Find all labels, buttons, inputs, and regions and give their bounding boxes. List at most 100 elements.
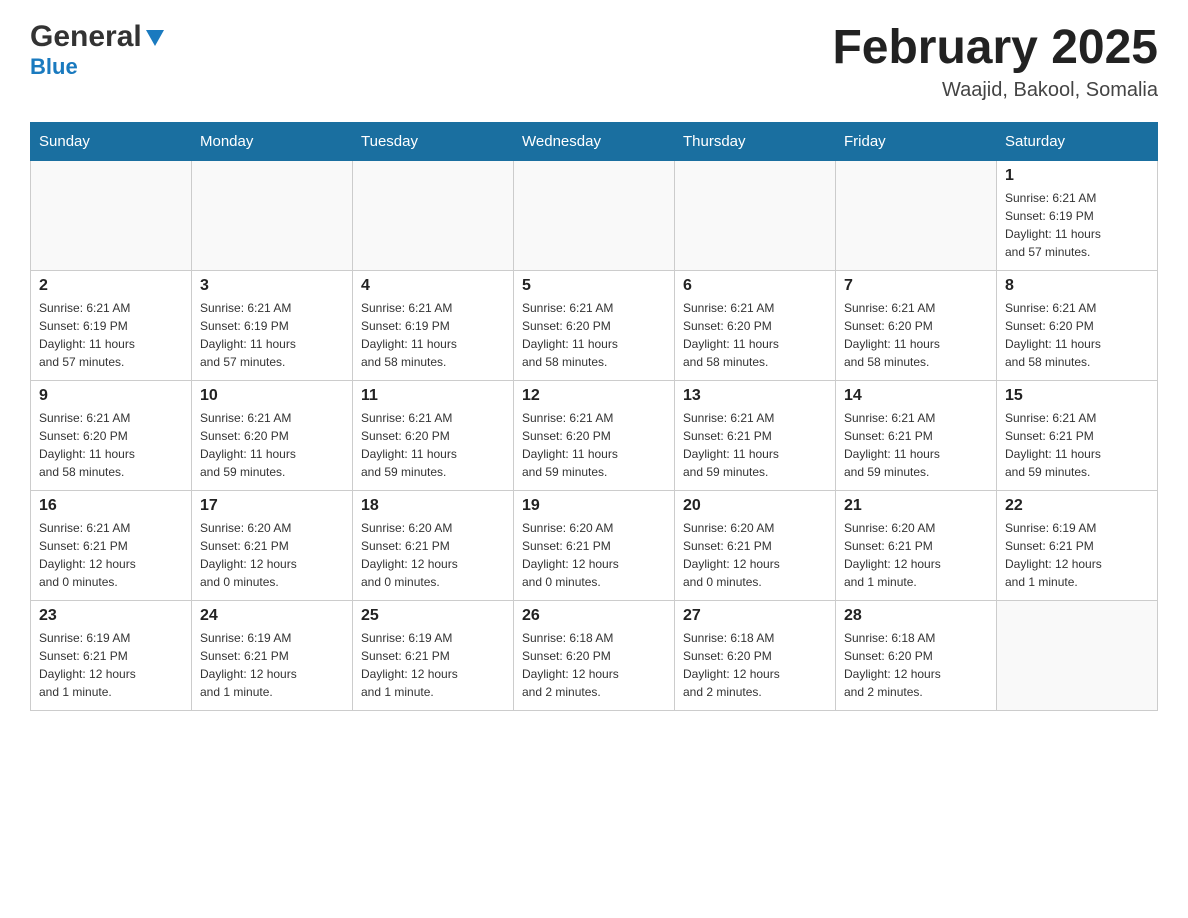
day-number: 2: [39, 277, 183, 295]
calendar-day-cell: 1Sunrise: 6:21 AMSunset: 6:19 PMDaylight…: [997, 161, 1158, 271]
calendar-day-cell: [192, 161, 353, 271]
calendar-day-cell: 28Sunrise: 6:18 AMSunset: 6:20 PMDayligh…: [836, 601, 997, 711]
day-info: Sunrise: 6:21 AMSunset: 6:20 PMDaylight:…: [683, 299, 827, 371]
day-number: 6: [683, 277, 827, 295]
day-number: 26: [522, 607, 666, 625]
calendar-day-cell: [836, 161, 997, 271]
calendar-day-cell: [997, 601, 1158, 711]
calendar-day-cell: 20 Sunrise: 6:20 AMSunset: 6:21 PMDayligh…: [675, 491, 836, 601]
calendar-day-header: Tuesday: [353, 123, 514, 161]
calendar-day-cell: 14 Sunrise: 6:21 AMSunset: 6:21 PMDayligh…: [836, 381, 997, 491]
day-info: Sunrise: 6:21 AMSunset: 6:19 PMDaylight:…: [200, 299, 344, 371]
day-number: 20: [683, 497, 827, 515]
day-info: Sunrise: 6:19 AMSunset: 6:21 PMDaylight:…: [39, 629, 183, 701]
calendar-day-cell: 27Sunrise: 6:18 AMSunset: 6:20 PMDayligh…: [675, 601, 836, 711]
calendar-day-cell: 23 Sunrise: 6:19 AMSunset: 6:21 PMDayligh…: [31, 601, 192, 711]
calendar-day-cell: 18Sunrise: 6:20 AMSunset: 6:21 PMDayligh…: [353, 491, 514, 601]
day-number: 4: [361, 277, 505, 295]
day-number: 22: [1005, 497, 1149, 515]
calendar-day-cell: 13Sunrise: 6:21 AMSunset: 6:21 PMDayligh…: [675, 381, 836, 491]
calendar-day-cell: 2 Sunrise: 6:21 AMSunset: 6:19 PMDaylight…: [31, 271, 192, 381]
calendar-day-header: Thursday: [675, 123, 836, 161]
calendar-day-cell: [31, 161, 192, 271]
day-number: 3: [200, 277, 344, 295]
calendar-day-cell: [514, 161, 675, 271]
day-info: Sunrise: 6:21 AMSunset: 6:21 PMDaylight:…: [39, 519, 183, 591]
calendar-day-cell: 4Sunrise: 6:21 AMSunset: 6:19 PMDaylight…: [353, 271, 514, 381]
calendar-day-cell: 17 Sunrise: 6:20 AMSunset: 6:21 PMDayligh…: [192, 491, 353, 601]
day-info: Sunrise: 6:21 AMSunset: 6:21 PMDaylight:…: [844, 409, 988, 481]
calendar-day-cell: 24Sunrise: 6:19 AMSunset: 6:21 PMDayligh…: [192, 601, 353, 711]
day-info: Sunrise: 6:21 AMSunset: 6:20 PMDaylight:…: [522, 299, 666, 371]
day-number: 13: [683, 387, 827, 405]
calendar-table: SundayMondayTuesdayWednesdayThursdayFrid…: [30, 122, 1158, 711]
calendar-day-cell: 21Sunrise: 6:20 AMSunset: 6:21 PMDayligh…: [836, 491, 997, 601]
day-info: Sunrise: 6:18 AMSunset: 6:20 PMDaylight:…: [522, 629, 666, 701]
day-number: 27: [683, 607, 827, 625]
location: Waajid, Bakool, Somalia: [832, 79, 1158, 102]
calendar-header-row: SundayMondayTuesdayWednesdayThursdayFrid…: [31, 123, 1158, 161]
day-number: 8: [1005, 277, 1149, 295]
day-info: Sunrise: 6:20 AMSunset: 6:21 PMDaylight:…: [683, 519, 827, 591]
logo-triangle-icon: [144, 26, 166, 48]
calendar-day-cell: 19 Sunrise: 6:20 AMSunset: 6:21 PMDayligh…: [514, 491, 675, 601]
month-title: February 2025: [832, 20, 1158, 75]
day-number: 11: [361, 387, 505, 405]
calendar-day-cell: 16 Sunrise: 6:21 AMSunset: 6:21 PMDayligh…: [31, 491, 192, 601]
day-number: 15: [1005, 387, 1149, 405]
day-info: Sunrise: 6:21 AMSunset: 6:20 PMDaylight:…: [844, 299, 988, 371]
day-info: Sunrise: 6:20 AMSunset: 6:21 PMDaylight:…: [522, 519, 666, 591]
logo: General Blue: [30, 20, 166, 80]
calendar-day-cell: 5 Sunrise: 6:21 AMSunset: 6:20 PMDaylight…: [514, 271, 675, 381]
calendar-week-row: 2 Sunrise: 6:21 AMSunset: 6:19 PMDaylight…: [31, 271, 1158, 381]
page-header: General Blue February 2025 Waajid, Bakoo…: [30, 20, 1158, 102]
day-number: 9: [39, 387, 183, 405]
calendar-day-cell: 15 Sunrise: 6:21 AMSunset: 6:21 PMDayligh…: [997, 381, 1158, 491]
calendar-week-row: 9 Sunrise: 6:21 AMSunset: 6:20 PMDaylight…: [31, 381, 1158, 491]
day-info: Sunrise: 6:21 AMSunset: 6:20 PMDaylight:…: [200, 409, 344, 481]
day-info: Sunrise: 6:21 AMSunset: 6:20 PMDaylight:…: [39, 409, 183, 481]
day-number: 5: [522, 277, 666, 295]
calendar-day-cell: [353, 161, 514, 271]
day-info: Sunrise: 6:20 AMSunset: 6:21 PMDaylight:…: [200, 519, 344, 591]
calendar-day-cell: 9 Sunrise: 6:21 AMSunset: 6:20 PMDaylight…: [31, 381, 192, 491]
day-number: 19: [522, 497, 666, 515]
day-number: 14: [844, 387, 988, 405]
calendar-day-cell: [675, 161, 836, 271]
calendar-day-header: Saturday: [997, 123, 1158, 161]
calendar-day-cell: 7 Sunrise: 6:21 AMSunset: 6:20 PMDaylight…: [836, 271, 997, 381]
day-info: Sunrise: 6:21 AMSunset: 6:21 PMDaylight:…: [1005, 409, 1149, 481]
calendar-day-header: Monday: [192, 123, 353, 161]
day-number: 23: [39, 607, 183, 625]
calendar-day-header: Friday: [836, 123, 997, 161]
day-info: Sunrise: 6:20 AMSunset: 6:21 PMDaylight:…: [844, 519, 988, 591]
day-info: Sunrise: 6:21 AMSunset: 6:19 PMDaylight:…: [39, 299, 183, 371]
day-info: Sunrise: 6:18 AMSunset: 6:20 PMDaylight:…: [844, 629, 988, 701]
calendar-day-header: Sunday: [31, 123, 192, 161]
day-number: 7: [844, 277, 988, 295]
logo-general-text: General: [30, 20, 142, 54]
day-info: Sunrise: 6:20 AMSunset: 6:21 PMDaylight:…: [361, 519, 505, 591]
calendar-day-cell: 25Sunrise: 6:19 AMSunset: 6:21 PMDayligh…: [353, 601, 514, 711]
calendar-day-cell: 8 Sunrise: 6:21 AMSunset: 6:20 PMDaylight…: [997, 271, 1158, 381]
calendar-week-row: 16 Sunrise: 6:21 AMSunset: 6:21 PMDayligh…: [31, 491, 1158, 601]
day-number: 16: [39, 497, 183, 515]
calendar-day-cell: 10 Sunrise: 6:21 AMSunset: 6:20 PMDayligh…: [192, 381, 353, 491]
day-number: 17: [200, 497, 344, 515]
day-info: Sunrise: 6:21 AMSunset: 6:20 PMDaylight:…: [1005, 299, 1149, 371]
title-section: February 2025 Waajid, Bakool, Somalia: [832, 20, 1158, 102]
day-info: Sunrise: 6:21 AMSunset: 6:20 PMDaylight:…: [361, 409, 505, 481]
calendar-day-cell: 11 Sunrise: 6:21 AMSunset: 6:20 PMDayligh…: [353, 381, 514, 491]
calendar-day-cell: 3 Sunrise: 6:21 AMSunset: 6:19 PMDaylight…: [192, 271, 353, 381]
day-number: 10: [200, 387, 344, 405]
calendar-day-cell: 6 Sunrise: 6:21 AMSunset: 6:20 PMDaylight…: [675, 271, 836, 381]
calendar-week-row: 23 Sunrise: 6:19 AMSunset: 6:21 PMDayligh…: [31, 601, 1158, 711]
day-number: 12: [522, 387, 666, 405]
day-info: Sunrise: 6:19 AMSunset: 6:21 PMDaylight:…: [1005, 519, 1149, 591]
day-info: Sunrise: 6:21 AMSunset: 6:19 PMDaylight:…: [1005, 189, 1149, 261]
calendar-day-cell: 26 Sunrise: 6:18 AMSunset: 6:20 PMDayligh…: [514, 601, 675, 711]
calendar-day-cell: 12Sunrise: 6:21 AMSunset: 6:20 PMDayligh…: [514, 381, 675, 491]
calendar-week-row: 1Sunrise: 6:21 AMSunset: 6:19 PMDaylight…: [31, 161, 1158, 271]
calendar-day-cell: 22 Sunrise: 6:19 AMSunset: 6:21 PMDayligh…: [997, 491, 1158, 601]
day-number: 25: [361, 607, 505, 625]
